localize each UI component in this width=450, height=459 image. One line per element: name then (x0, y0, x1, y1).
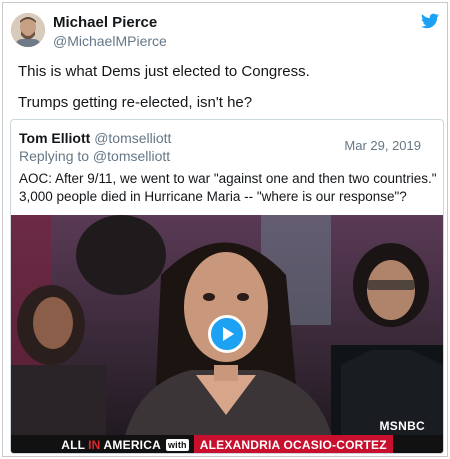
author-block[interactable]: Michael Pierce @MichaelMPierce (53, 14, 167, 50)
network-logo: MSNBC (379, 419, 425, 433)
quoted-tweet[interactable]: Tom Elliott @tomselliott Replying to @to… (10, 119, 444, 454)
video-player[interactable]: MSNBC ALL IN AMERICA with ALEXANDRIA OCA… (11, 215, 443, 453)
author-avatar[interactable] (11, 13, 45, 47)
tweet-card: Michael Pierce @MichaelMPierce This is w… (2, 2, 448, 457)
banner-guest: ALEXANDRIA OCASIO-CORTEZ (193, 435, 393, 453)
author-handle[interactable]: @MichaelMPierce (53, 32, 167, 50)
tweet-text-line-2: Trumps getting re-elected, isn't he? (18, 94, 253, 111)
banner-show-b: IN (88, 438, 101, 452)
quoted-replying-to[interactable]: Replying to @tomselliott (19, 148, 170, 164)
quoted-author-name[interactable]: Tom Elliott (19, 130, 90, 146)
quoted-author[interactable]: Tom Elliott @tomselliott (19, 130, 171, 146)
play-button[interactable] (208, 315, 246, 353)
banner-show-a: ALL (61, 438, 86, 452)
lower-third-banner: ALL IN AMERICA with ALEXANDRIA OCASIO-CO… (11, 435, 443, 453)
play-icon (223, 327, 234, 341)
quoted-date[interactable]: Mar 29, 2019 (344, 138, 421, 153)
author-name[interactable]: Michael Pierce (53, 14, 167, 32)
banner-show-c: AMERICA (103, 438, 161, 452)
quoted-author-handle[interactable]: @tomselliott (94, 130, 171, 146)
twitter-bird-icon[interactable] (421, 13, 439, 29)
tweet-text-line-1: This is what Dems just elected to Congre… (18, 63, 310, 80)
banner-with: with (165, 439, 189, 451)
quoted-text: AOC: After 9/11, we went to war "against… (19, 171, 437, 204)
